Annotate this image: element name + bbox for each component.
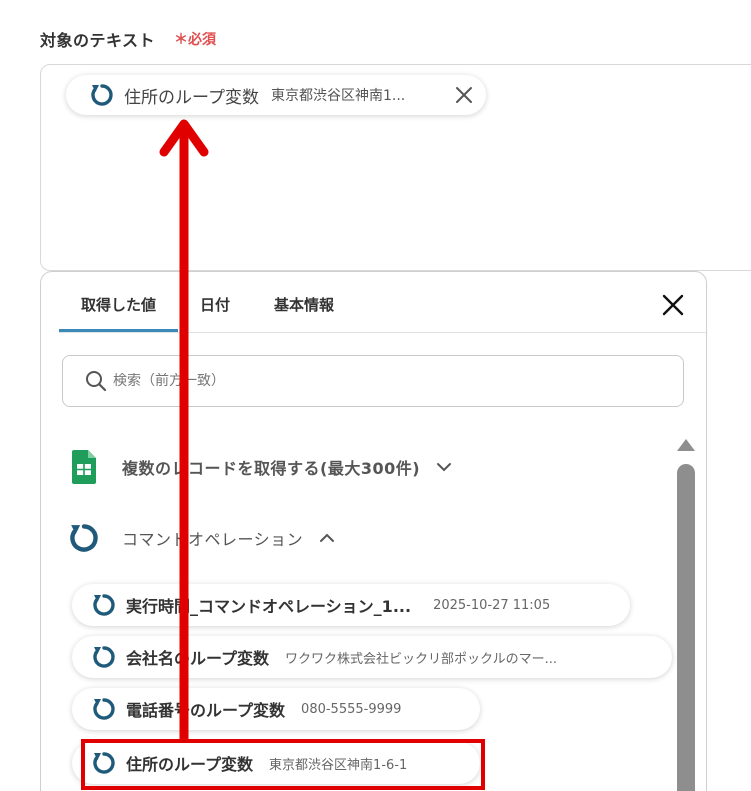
scroll-up-arrow[interactable] <box>676 437 696 456</box>
chip-value: 東京都渋谷区神南1... <box>270 88 406 104</box>
loop-icon <box>93 646 115 668</box>
search-icon <box>86 371 107 392</box>
remove-chip-icon[interactable] <box>454 85 474 105</box>
item-name: 実行時間_コマンドオペレーション_1... <box>126 597 412 616</box>
chip-name: 住所のループ変数 <box>124 87 259 108</box>
tab-date[interactable]: 日付 <box>178 272 252 332</box>
highlight-box <box>81 739 485 790</box>
close-icon[interactable] <box>662 294 684 316</box>
loop-icon <box>93 594 115 616</box>
group-title: コマンドオペレーション <box>122 530 304 549</box>
list-item[interactable]: 会社名のループ変数 ワクワク株式会社ビックリ部ポックルのマー... <box>72 636 672 678</box>
loop-icon <box>91 84 113 106</box>
item-name: 会社名のループ変数 <box>126 649 270 668</box>
search-field[interactable] <box>62 355 684 407</box>
item-value: ワクワク株式会社ビックリ部ポックルのマー... <box>285 651 558 667</box>
tab-basic-info[interactable]: 基本情報 <box>252 272 356 332</box>
field-label: 対象のテキスト <box>40 31 156 50</box>
group-get-records[interactable]: 複数のレコードを取得する(最大300件) <box>72 450 452 484</box>
loop-icon <box>93 698 115 720</box>
group-title: 複数のレコードを取得する(最大300件) <box>122 459 421 478</box>
list-item[interactable]: 実行時間_コマンドオペレーション_1... 2025-10-27 11:05 <box>72 584 630 626</box>
list-item[interactable]: 電話番号のループ変数 080-5555-9999 <box>72 688 480 730</box>
tab-acquired-values[interactable]: 取得した値 <box>59 272 179 332</box>
item-name: 電話番号のループ変数 <box>126 701 286 720</box>
google-sheets-icon <box>72 450 96 484</box>
chevron-up-icon <box>320 533 335 542</box>
scrollbar-thumb[interactable] <box>677 464 695 791</box>
item-value: 2025-10-27 11:05 <box>433 597 551 613</box>
tab-bar: 取得した値 日付 基本情報 <box>59 272 356 332</box>
search-input[interactable] <box>113 373 613 389</box>
tab-divider <box>59 332 706 333</box>
chevron-down-icon <box>437 463 452 472</box>
item-value: 080-5555-9999 <box>301 701 402 717</box>
loop-icon <box>70 524 98 552</box>
required-badge: ＊必須 <box>174 32 216 48</box>
selected-variable-chip[interactable]: 住所のループ変数 東京都渋谷区神南1... <box>66 75 486 115</box>
group-command-operation[interactable]: コマンドオペレーション <box>66 520 335 556</box>
